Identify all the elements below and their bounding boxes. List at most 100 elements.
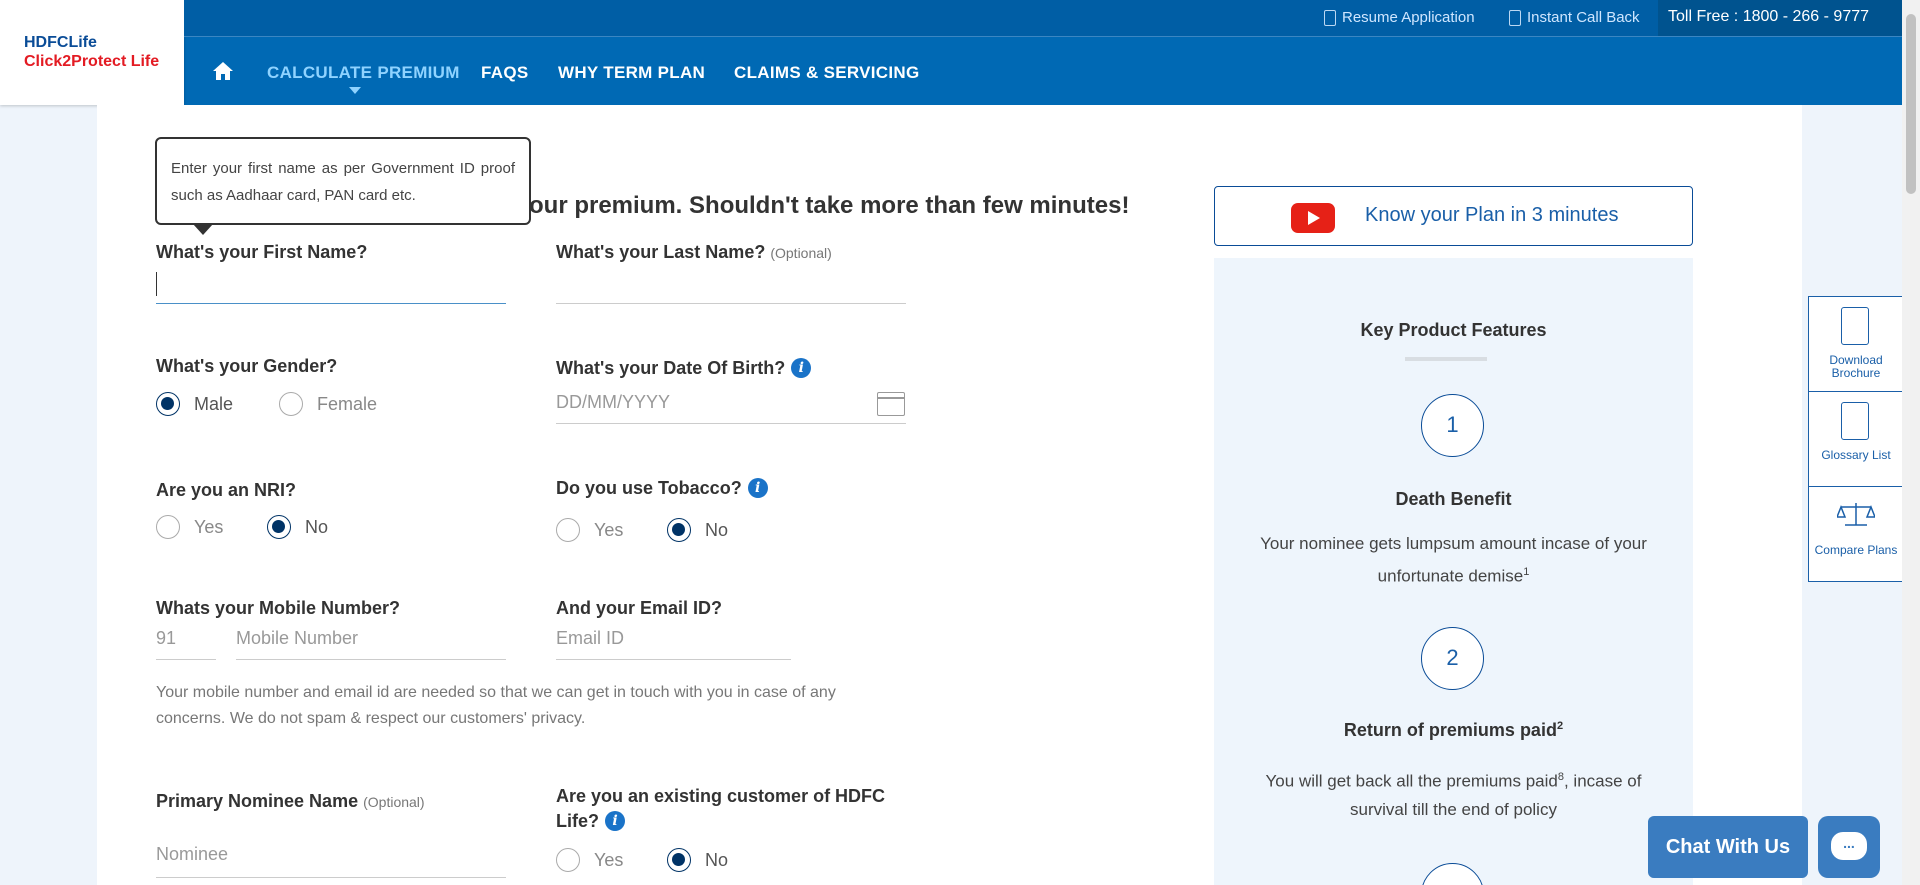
dob-label: What's your Date Of Birth? i (556, 358, 812, 379)
gender-male-label: Male (194, 393, 234, 414)
tobacco-no-radio[interactable]: No (667, 518, 728, 542)
side-tools-panel: Download Brochure Glossary List Compare … (1808, 296, 1903, 582)
nav-claims-servicing[interactable]: CLAIMS & SERVICING (734, 63, 920, 83)
site-header: HDFCLife Click2Protect Life Resume Appli… (0, 0, 1902, 105)
compare-plans-button[interactable]: Compare Plans (1809, 487, 1903, 582)
feature-description-text: Your nominee gets lumpsum amount incase … (1260, 534, 1647, 586)
feature-title-text: Return of premiums paid (1343, 720, 1557, 740)
last-name-input[interactable] (556, 266, 906, 304)
optional-tag: (Optional) (770, 245, 832, 261)
instant-call-back-label: Instant Call Back (1527, 9, 1640, 26)
chat-bubble-icon: ... (1831, 832, 1867, 860)
toll-free-number: Toll Free : 1800 - 266 - 9777 (1658, 0, 1902, 36)
existing-customer-no-radio[interactable]: No (667, 848, 728, 872)
info-icon[interactable]: i (791, 358, 812, 378)
tobacco-label: Do you use Tobacco? i (556, 478, 768, 499)
nav-calculate-premium[interactable]: CALCULATE PREMIUM (267, 63, 460, 83)
form-heading: our premium. Shouldn't take more than fe… (529, 192, 1130, 219)
country-code-input[interactable]: 91 (156, 626, 216, 660)
mobile-number-input[interactable]: Mobile Number (236, 626, 506, 660)
nri-yes-radio[interactable]: Yes (156, 515, 223, 539)
brochure-icon (1841, 307, 1869, 345)
first-name-label: What's your First Name? (156, 242, 368, 262)
radio-circle (156, 515, 180, 539)
chat-bubble-button[interactable]: ... (1818, 816, 1880, 878)
gender-female-label: Female (317, 393, 378, 414)
tooltip-pointer (193, 224, 213, 235)
last-name-label-text: What's your Last Name? (556, 242, 766, 262)
instant-call-back-link[interactable]: Instant Call Back (1509, 9, 1640, 26)
last-name-label: What's your Last Name? (Optional) (556, 242, 832, 263)
document-icon (1324, 9, 1336, 26)
first-name-tooltip: Enter your first name as per Government … (155, 137, 531, 225)
mobile-label: Whats your Mobile Number? (156, 598, 401, 618)
nominee-label-text: Primary Nominee Name (156, 791, 359, 811)
scales-icon (1837, 503, 1875, 526)
gender-male-radio[interactable]: Male (156, 392, 233, 416)
existing-customer-yes-label: Yes (594, 849, 624, 870)
youtube-play-icon (1291, 203, 1335, 233)
main-nav: CALCULATE PREMIUM FAQS WHY TERM PLAN CLA… (184, 37, 1902, 105)
page-scrollbar[interactable] (1902, 0, 1920, 885)
know-your-plan-video-button[interactable]: Know your Plan in 3 minutes (1214, 186, 1693, 246)
radio-circle (279, 392, 303, 416)
logo-product: Click2Protect Life (24, 53, 160, 70)
top-utility-bar: Resume Application Instant Call Back (184, 0, 1902, 37)
tobacco-label-text: Do you use Tobacco? (556, 478, 742, 498)
chat-with-us-button[interactable]: Chat With Us (1648, 816, 1808, 878)
gender-label: What's your Gender? (156, 356, 338, 376)
compare-plans-label: Compare Plans (1814, 543, 1898, 557)
tobacco-yes-radio[interactable]: Yes (556, 518, 623, 542)
clipboard-list-icon (1841, 402, 1869, 440)
home-icon[interactable] (212, 61, 234, 81)
key-features-panel: Key Product Features 1 Death Benefit You… (1214, 258, 1693, 885)
existing-customer-label: Are you an existing customer of HDFC Lif… (556, 784, 906, 834)
nri-no-radio[interactable]: No (267, 515, 328, 539)
nav-faqs[interactable]: FAQS (481, 63, 529, 83)
title-underline (1405, 357, 1487, 361)
radio-circle (667, 848, 691, 872)
tobacco-yes-label: Yes (594, 519, 624, 540)
gender-female-radio[interactable]: Female (279, 392, 377, 416)
nav-why-term-plan[interactable]: WHY TERM PLAN (558, 63, 705, 83)
nominee-input[interactable]: Nominee (156, 842, 506, 878)
feature-description: Your nominee gets lumpsum amount incase … (1254, 530, 1653, 591)
scrollbar-thumb[interactable] (1906, 14, 1916, 194)
feature-number-badge: 1 (1421, 394, 1484, 457)
download-brochure-button[interactable]: Download Brochure (1809, 297, 1903, 392)
phone-icon (1509, 9, 1521, 26)
calendar-icon[interactable] (877, 392, 905, 416)
first-name-input[interactable] (156, 266, 506, 304)
feature-number-badge (1421, 863, 1484, 885)
logo-suffix: Life (68, 34, 97, 51)
active-nav-indicator (349, 87, 361, 94)
nri-label: Are you an NRI? (156, 480, 297, 500)
hdfc-life-logo[interactable]: HDFCLife Click2Protect Life (0, 0, 184, 105)
radio-circle (667, 518, 691, 542)
nri-no-label: No (305, 516, 329, 537)
nominee-label: Primary Nominee Name (Optional) (156, 791, 425, 812)
info-icon[interactable]: i (747, 478, 768, 498)
resume-application-label: Resume Application (1342, 9, 1475, 26)
existing-customer-no-label: No (705, 849, 729, 870)
footnote-ref: 1 (1523, 566, 1530, 578)
nri-yes-label: Yes (194, 516, 224, 537)
dob-input[interactable]: DD/MM/YYYY (556, 388, 906, 424)
text-cursor (156, 272, 157, 296)
feature-number-badge: 2 (1421, 627, 1484, 690)
footnote-ref: 2 (1556, 720, 1564, 732)
radio-circle (156, 392, 180, 416)
radio-circle (556, 518, 580, 542)
video-button-label: Know your Plan in 3 minutes (1365, 204, 1619, 226)
resume-application-link[interactable]: Resume Application (1324, 9, 1475, 26)
email-input[interactable]: Email ID (556, 626, 791, 660)
info-icon[interactable]: i (605, 811, 625, 831)
radio-circle (556, 848, 580, 872)
feature-title: Death Benefit (1395, 489, 1512, 509)
dob-label-text: What's your Date Of Birth? (556, 358, 786, 378)
email-label: And your Email ID? (556, 598, 723, 618)
existing-customer-yes-radio[interactable]: Yes (556, 848, 623, 872)
tobacco-no-label: No (705, 519, 729, 540)
glossary-list-button[interactable]: Glossary List (1809, 392, 1903, 487)
radio-circle (267, 515, 291, 539)
